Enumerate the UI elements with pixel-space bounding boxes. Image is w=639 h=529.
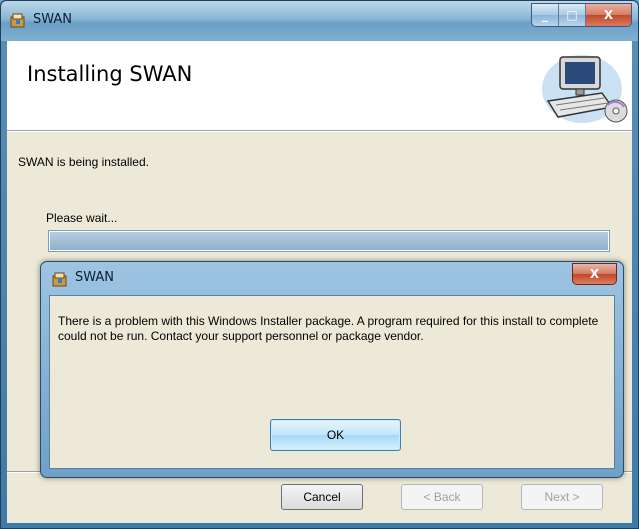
error-dialog: SWAN X There is a problem with this Wind… xyxy=(40,261,624,478)
minimize-button[interactable]: _ xyxy=(532,4,559,26)
install-status-text: SWAN is being installed. xyxy=(18,155,149,169)
installer-package-icon xyxy=(52,272,67,287)
banner-divider xyxy=(7,131,632,132)
back-button-label: < Back xyxy=(423,490,461,504)
maximize-button[interactable]: □ xyxy=(559,4,586,26)
please-wait-label: Please wait... xyxy=(46,211,118,225)
next-button[interactable]: Next > xyxy=(521,484,603,510)
installer-title-bar[interactable]: SWAN _ □ X xyxy=(1,1,638,41)
close-button[interactable]: X xyxy=(586,4,631,26)
dialog-close-button[interactable]: X xyxy=(572,263,617,285)
cancel-button-label: Cancel xyxy=(303,490,341,504)
cancel-button[interactable]: Cancel xyxy=(281,484,363,510)
banner-title: Installing SWAN xyxy=(27,62,193,86)
dialog-title-bar[interactable]: SWAN X xyxy=(41,262,623,296)
installer-window-title: SWAN xyxy=(33,12,73,27)
computer-installer-icon xyxy=(542,55,628,123)
maximize-icon: □ xyxy=(566,8,578,22)
back-button[interactable]: < Back xyxy=(401,484,483,510)
close-icon: X xyxy=(603,8,614,22)
minimize-icon: _ xyxy=(542,8,548,22)
caption-buttons: _ □ X xyxy=(531,3,632,27)
next-button-label: Next > xyxy=(544,490,580,504)
install-progress-bar xyxy=(48,230,610,252)
dialog-client-area: There is a problem with this Windows Ins… xyxy=(49,295,615,469)
error-message: There is a problem with this Windows Ins… xyxy=(58,314,599,343)
installer-package-icon xyxy=(10,13,25,28)
dialog-title: SWAN xyxy=(75,270,115,285)
install-progress-fill xyxy=(50,232,608,250)
ok-button-label: OK xyxy=(326,428,345,442)
close-icon: X xyxy=(589,267,600,281)
ok-button[interactable]: OK xyxy=(270,419,401,451)
installer-banner: Installing SWAN xyxy=(7,41,632,131)
